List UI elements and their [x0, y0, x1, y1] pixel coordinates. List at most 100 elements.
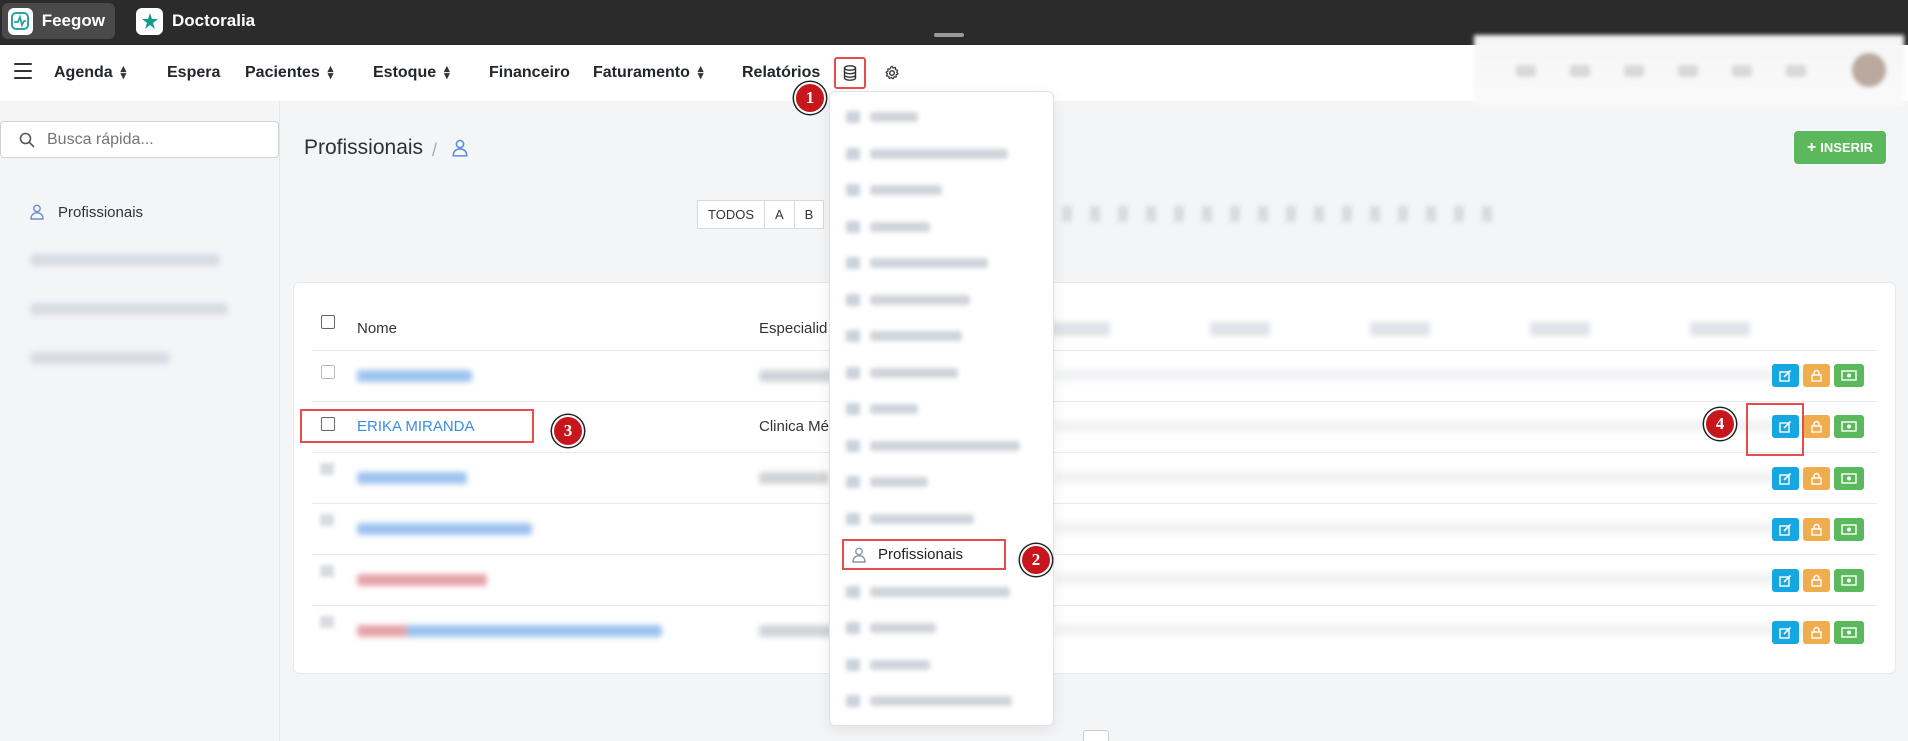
money-button[interactable] — [1834, 518, 1864, 541]
settings-button[interactable] — [880, 61, 904, 85]
chevron-updown-icon: ▴ ▾ — [120, 63, 127, 82]
sidebar-item-blurred[interactable] — [30, 352, 230, 364]
money-button[interactable] — [1834, 415, 1864, 438]
nav-agenda[interactable]: Agenda ▴ ▾ — [54, 63, 126, 83]
edit-icon — [1779, 574, 1792, 587]
search-input[interactable] — [47, 130, 247, 149]
nav-estoque[interactable]: Estoque ▴ ▾ — [373, 63, 450, 83]
nav-espera[interactable]: Espera — [167, 63, 220, 83]
nav-relatorios[interactable]: Relatórios — [742, 63, 820, 83]
nav-label: Agenda — [54, 64, 113, 81]
drag-handle[interactable] — [934, 33, 964, 37]
money-button[interactable] — [1834, 569, 1864, 592]
professional-specialty: Clinica Mé — [759, 418, 830, 435]
edit-button[interactable] — [1772, 467, 1799, 490]
dropdown-item-profissionais[interactable]: Profissionais — [842, 539, 1006, 570]
lock-button[interactable] — [1803, 467, 1830, 490]
insert-label: INSERIR — [1820, 140, 1874, 155]
lock-icon — [1811, 472, 1822, 485]
app-tab-doctoralia[interactable]: Doctoralia — [130, 3, 280, 39]
nav-financeiro[interactable]: Financeiro — [489, 63, 570, 83]
row-checkbox[interactable] — [321, 417, 335, 431]
row-checkbox[interactable] — [321, 365, 335, 379]
dropdown-item-blurred[interactable] — [846, 585, 1010, 599]
dropdown-item-blurred[interactable] — [846, 658, 930, 672]
dropdown-item-blurred[interactable] — [846, 293, 970, 307]
lock-button[interactable] — [1803, 518, 1830, 541]
dropdown-item-blurred[interactable] — [846, 110, 918, 124]
money-button[interactable] — [1834, 364, 1864, 387]
sidebar-item-blurred[interactable] — [30, 254, 230, 266]
breadcrumb-separator: / — [432, 140, 438, 160]
quick-search[interactable] — [0, 121, 279, 158]
dropdown-item-blurred[interactable] — [846, 329, 962, 343]
app-tab-feegow[interactable]: Feegow — [2, 3, 115, 39]
sidebar — [0, 101, 280, 741]
page-title: Profissionais — [304, 136, 424, 159]
dropdown-item-blurred[interactable] — [846, 694, 1012, 708]
column-header-specialty[interactable]: Especialid — [759, 320, 827, 337]
sidebar-item-profissionais[interactable]: Profissionais — [30, 201, 143, 223]
table-row-name-blurred[interactable] — [357, 625, 662, 637]
dropdown-item-blurred[interactable] — [846, 439, 1020, 453]
dropdown-item-blurred[interactable] — [846, 402, 918, 416]
pagination-button[interactable] — [1083, 730, 1109, 741]
dropdown-item-blurred[interactable] — [846, 366, 958, 380]
database-dropdown-menu: Profissionais — [829, 91, 1054, 726]
feegow-logo-icon — [8, 7, 33, 35]
annotation-badge-2: 2 — [1020, 544, 1052, 576]
dropdown-item-blurred[interactable] — [846, 512, 974, 526]
table-row-name-blurred[interactable] — [357, 370, 472, 382]
edit-button[interactable] — [1772, 364, 1799, 387]
lock-button[interactable] — [1803, 364, 1830, 387]
menu-icon[interactable] — [14, 63, 32, 79]
sidebar-item-blurred[interactable] — [30, 303, 230, 315]
edit-icon — [1779, 523, 1792, 536]
alphabet-filter-blurred[interactable] — [1062, 206, 1492, 222]
lock-button[interactable] — [1803, 621, 1830, 644]
dropdown-item-blurred[interactable] — [846, 220, 930, 234]
money-button[interactable] — [1834, 621, 1864, 644]
dropdown-item-blurred[interactable] — [846, 183, 942, 197]
dropdown-item-blurred[interactable] — [846, 256, 988, 270]
table-row-name-blurred[interactable] — [357, 574, 487, 586]
edit-button[interactable] — [1772, 569, 1799, 592]
alpha-b[interactable]: B — [793, 200, 825, 229]
edit-icon — [1779, 369, 1792, 382]
select-all-checkbox[interactable] — [321, 315, 335, 329]
dropdown-item-blurred[interactable] — [846, 621, 936, 635]
lock-button[interactable] — [1803, 415, 1830, 438]
edit-button[interactable] — [1772, 518, 1799, 541]
row-actions — [1772, 621, 1864, 644]
database-button[interactable] — [834, 57, 866, 89]
money-icon — [1841, 627, 1857, 638]
lock-icon — [1811, 626, 1822, 639]
database-icon — [843, 65, 857, 81]
table-row-name-blurred[interactable] — [357, 523, 532, 535]
chevron-updown-icon: ▴ ▾ — [327, 63, 334, 82]
row-checkboxes-blurred[interactable] — [320, 463, 334, 643]
table-row-specialty-blurred — [759, 625, 839, 637]
nav-pacientes[interactable]: Pacientes ▴ ▾ — [245, 63, 333, 83]
professional-name-link[interactable]: ERIKA MIRANDA — [357, 418, 475, 435]
insert-button[interactable]: + INSERIR — [1794, 131, 1886, 164]
app-tab-label: Doctoralia — [172, 11, 256, 30]
table-row-name-blurred[interactable] — [357, 472, 467, 484]
money-button[interactable] — [1834, 467, 1864, 490]
avatar — [1852, 53, 1886, 87]
dropdown-item-blurred[interactable] — [846, 475, 928, 489]
nav-label: Faturamento — [593, 64, 690, 81]
table-other-columns-blurred — [1055, 370, 1815, 640]
table-row-specialty-blurred — [759, 370, 839, 382]
lock-button[interactable] — [1803, 569, 1830, 592]
alpha-todos[interactable]: TODOS — [697, 200, 765, 229]
alpha-a[interactable]: A — [764, 200, 795, 229]
edit-icon — [1779, 472, 1792, 485]
column-header-name[interactable]: Nome — [357, 320, 397, 337]
edit-button[interactable] — [1772, 621, 1799, 644]
dropdown-item-blurred[interactable] — [846, 147, 1008, 161]
row-actions — [1772, 467, 1864, 490]
nav-faturamento[interactable]: Faturamento ▴ ▾ — [593, 63, 703, 83]
table-row-specialty-blurred — [759, 472, 829, 484]
chevron-updown-icon: ▴ ▾ — [697, 63, 704, 82]
